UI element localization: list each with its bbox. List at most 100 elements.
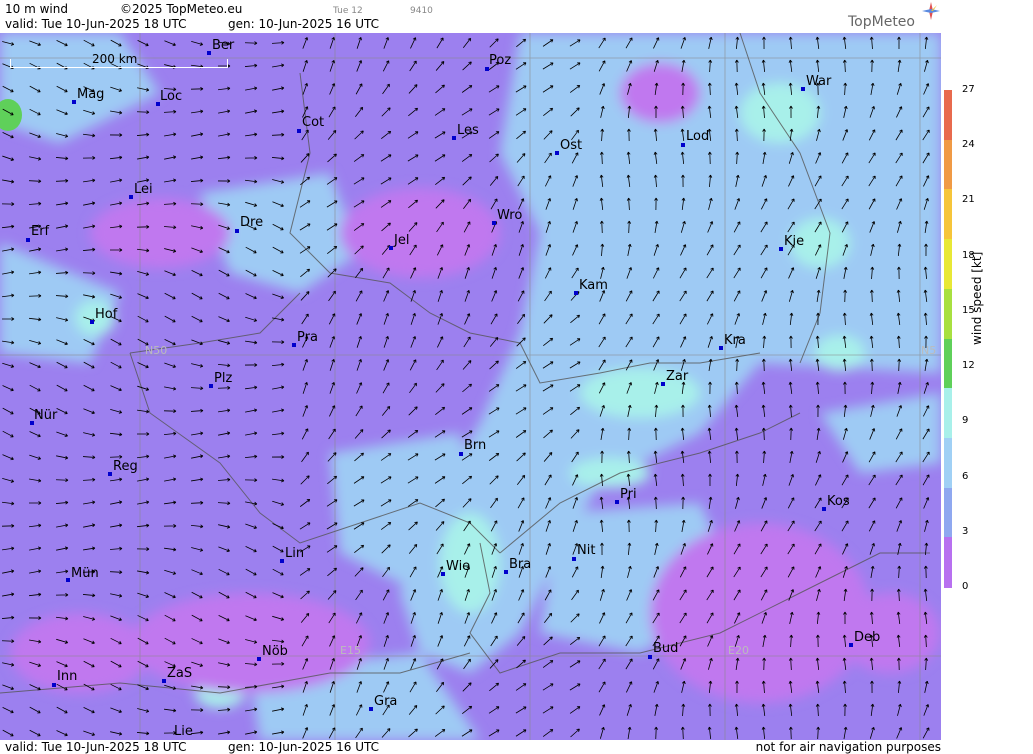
city-poz: Poz xyxy=(489,53,512,68)
city-marker xyxy=(108,472,112,476)
city-dre: Dre xyxy=(240,215,264,230)
city-zas: ZaS xyxy=(167,666,193,681)
city-erf: Erf xyxy=(31,224,50,239)
city-nit: Nit xyxy=(577,543,596,558)
city-marker xyxy=(72,100,76,104)
city-marker xyxy=(779,247,783,251)
compass-logo-icon xyxy=(922,2,940,20)
city-marker xyxy=(66,578,70,582)
legend-segment xyxy=(944,139,952,191)
footer-gen-time: gen: 10-Jun-2025 16 UTC xyxy=(228,740,380,754)
city-wro: Wro xyxy=(497,208,523,223)
city-marker xyxy=(849,643,853,647)
legend-segment xyxy=(944,189,952,241)
city-deb: Deb xyxy=(854,630,881,645)
city-marker xyxy=(452,136,456,140)
legend-tick-label: 21 xyxy=(962,194,975,206)
city-marker xyxy=(297,129,301,133)
legend-tick-label: 15 xyxy=(962,304,975,316)
city-cot: Cot xyxy=(302,115,325,130)
city-mun: Mün xyxy=(71,566,99,581)
legend-tick-label: 27 xyxy=(962,84,975,95)
legend-tick-label: 0 xyxy=(962,581,969,592)
legend-segment xyxy=(944,487,952,539)
city-marker xyxy=(801,87,805,91)
city-marker xyxy=(207,51,211,55)
city-marker xyxy=(235,229,239,233)
wind-speed-legend xyxy=(944,90,952,588)
city-marker xyxy=(661,382,665,386)
city-marker xyxy=(257,657,261,661)
city-marker xyxy=(504,570,508,574)
city-marker xyxy=(209,384,213,388)
city-marker xyxy=(459,452,463,456)
city-kam: Kam xyxy=(579,278,608,293)
city-zar: Zar xyxy=(666,369,689,384)
city-marker xyxy=(719,346,723,350)
legend-segment xyxy=(944,388,952,439)
city-war: War xyxy=(806,74,832,89)
city-marker xyxy=(52,683,56,687)
wind-map[interactable]: 200 km N50 N5 E15 E20 Ber Poz War Mag Lo… xyxy=(0,33,941,740)
city-marker xyxy=(615,500,619,504)
city-lei: Lei xyxy=(134,182,153,197)
legend-title: wind speed [kt] xyxy=(970,251,984,345)
copyright: ©2025 TopMeteo.eu xyxy=(120,2,243,16)
legend-tick-label: 6 xyxy=(962,470,969,482)
valid-time: valid: Tue 10-Jun-2025 18 UTC xyxy=(5,17,187,31)
city-marker xyxy=(129,195,133,199)
city-marker xyxy=(492,221,496,225)
city-marker xyxy=(572,557,576,561)
grid-label-n50: N50 xyxy=(145,344,168,357)
legend-tick-label: 9 xyxy=(962,415,969,427)
city-plz: Plz xyxy=(214,371,233,386)
legend-tick-label: 3 xyxy=(962,525,969,537)
city-ost: Ost xyxy=(560,138,583,153)
city-marker xyxy=(280,559,284,563)
city-hof: Hof xyxy=(95,307,118,322)
city-marker xyxy=(292,343,296,347)
city-kos: Kos xyxy=(827,494,850,509)
scale-bar-label: 200 km xyxy=(92,52,138,66)
footer-valid-time: valid: Tue 10-Jun-2025 18 UTC xyxy=(5,740,187,754)
legend-segment xyxy=(944,90,952,141)
legend-segment xyxy=(944,437,952,489)
city-mag: Mag xyxy=(77,87,105,102)
legend-tick-label: 18 xyxy=(962,249,975,261)
grid-label-e15: E15 xyxy=(340,644,361,657)
city-bra: Bra xyxy=(509,557,532,572)
city-marker xyxy=(369,707,373,711)
legend-segment xyxy=(944,537,952,588)
city-lin: Lin xyxy=(285,546,305,561)
time-tab[interactable]: Tue 12 xyxy=(333,4,363,18)
city-kie: Kie xyxy=(784,234,805,249)
parameter-title: 10 m wind xyxy=(5,2,68,16)
city-brn: Brn xyxy=(464,438,487,453)
city-marker xyxy=(555,151,559,155)
city-marker xyxy=(822,507,826,511)
disclaimer: not for air navigation purposes xyxy=(755,740,941,754)
city-marker xyxy=(681,143,685,147)
city-nur: Nür xyxy=(34,408,58,423)
city-marker xyxy=(90,320,94,324)
city-marker xyxy=(648,655,652,659)
legend-tick-label: 24 xyxy=(962,139,975,151)
legend-segment xyxy=(944,239,952,290)
city-marker xyxy=(162,679,166,683)
city-ber: Ber xyxy=(212,38,235,53)
legend-tick-label: 12 xyxy=(962,360,975,372)
wind-field xyxy=(0,33,941,740)
legend-segment xyxy=(944,338,952,390)
city-kra: Kra xyxy=(724,333,746,348)
city-reg: Reg xyxy=(113,459,138,474)
city-marker xyxy=(26,238,30,242)
city-pri: Pri xyxy=(620,487,637,502)
city-lod: Lod xyxy=(686,129,710,144)
city-wie: Wie xyxy=(446,559,471,574)
topmeteo-logo[interactable]: TopMeteo xyxy=(848,14,915,30)
city-inn: Inn xyxy=(57,669,78,684)
grid-label-n50-right: N5 xyxy=(921,344,937,357)
grid-label-e20: E20 xyxy=(728,644,749,657)
city-loc: Loc xyxy=(160,89,183,104)
city-nob: Nöb xyxy=(262,644,288,659)
